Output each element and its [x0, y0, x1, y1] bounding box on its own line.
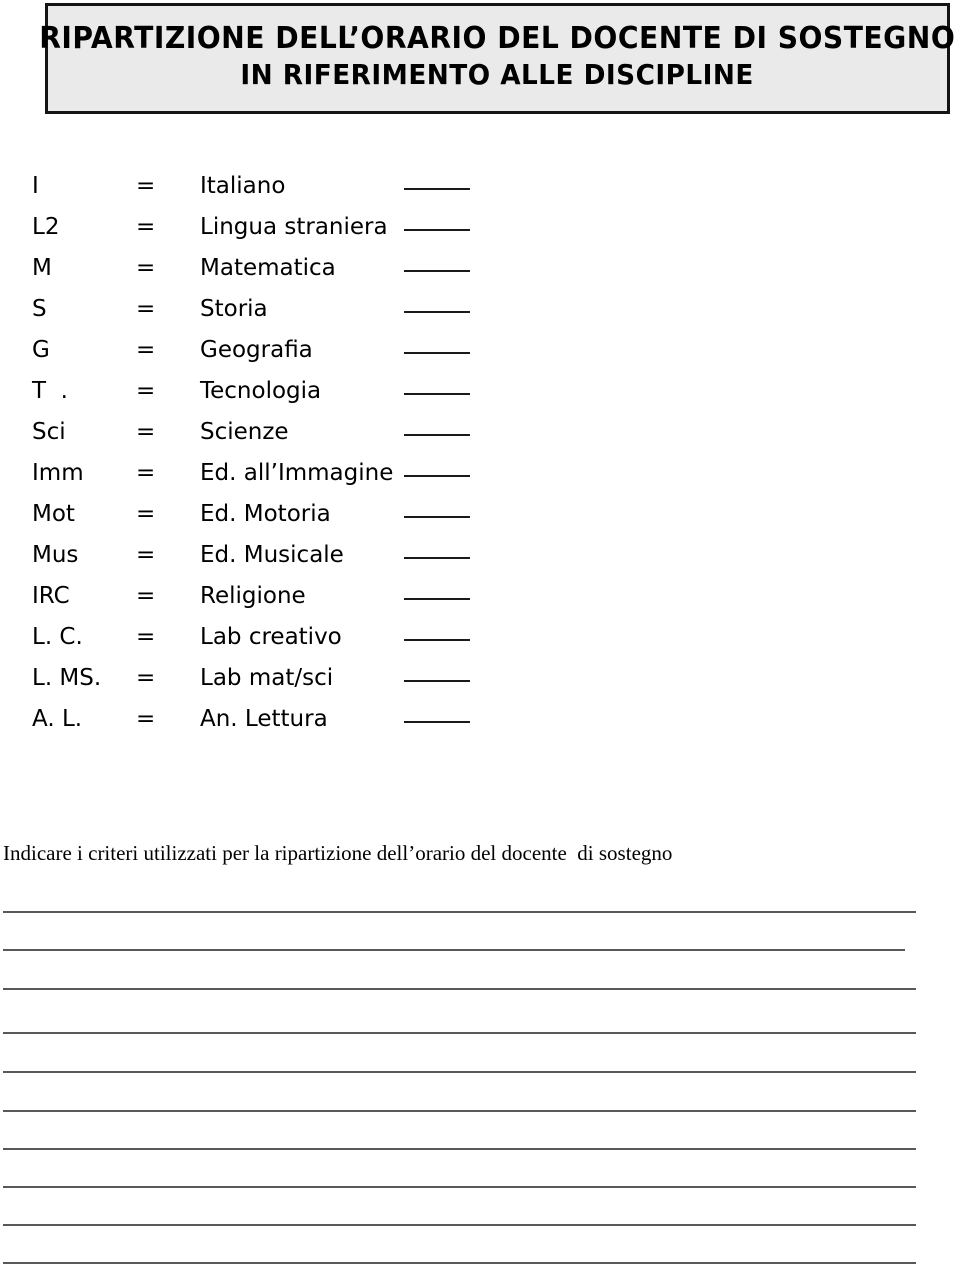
ruled-line[interactable]	[3, 1148, 916, 1150]
ruled-lines-area	[0, 0, 960, 1267]
ruled-line[interactable]	[3, 1032, 916, 1034]
ruled-line[interactable]	[3, 1262, 916, 1264]
ruled-line[interactable]	[3, 1071, 916, 1073]
ruled-line[interactable]	[3, 1224, 916, 1226]
ruled-line[interactable]	[3, 988, 916, 990]
ruled-line[interactable]	[3, 911, 916, 913]
ruled-line[interactable]	[3, 1186, 916, 1188]
ruled-line[interactable]	[3, 949, 905, 951]
ruled-line[interactable]	[3, 1110, 916, 1112]
